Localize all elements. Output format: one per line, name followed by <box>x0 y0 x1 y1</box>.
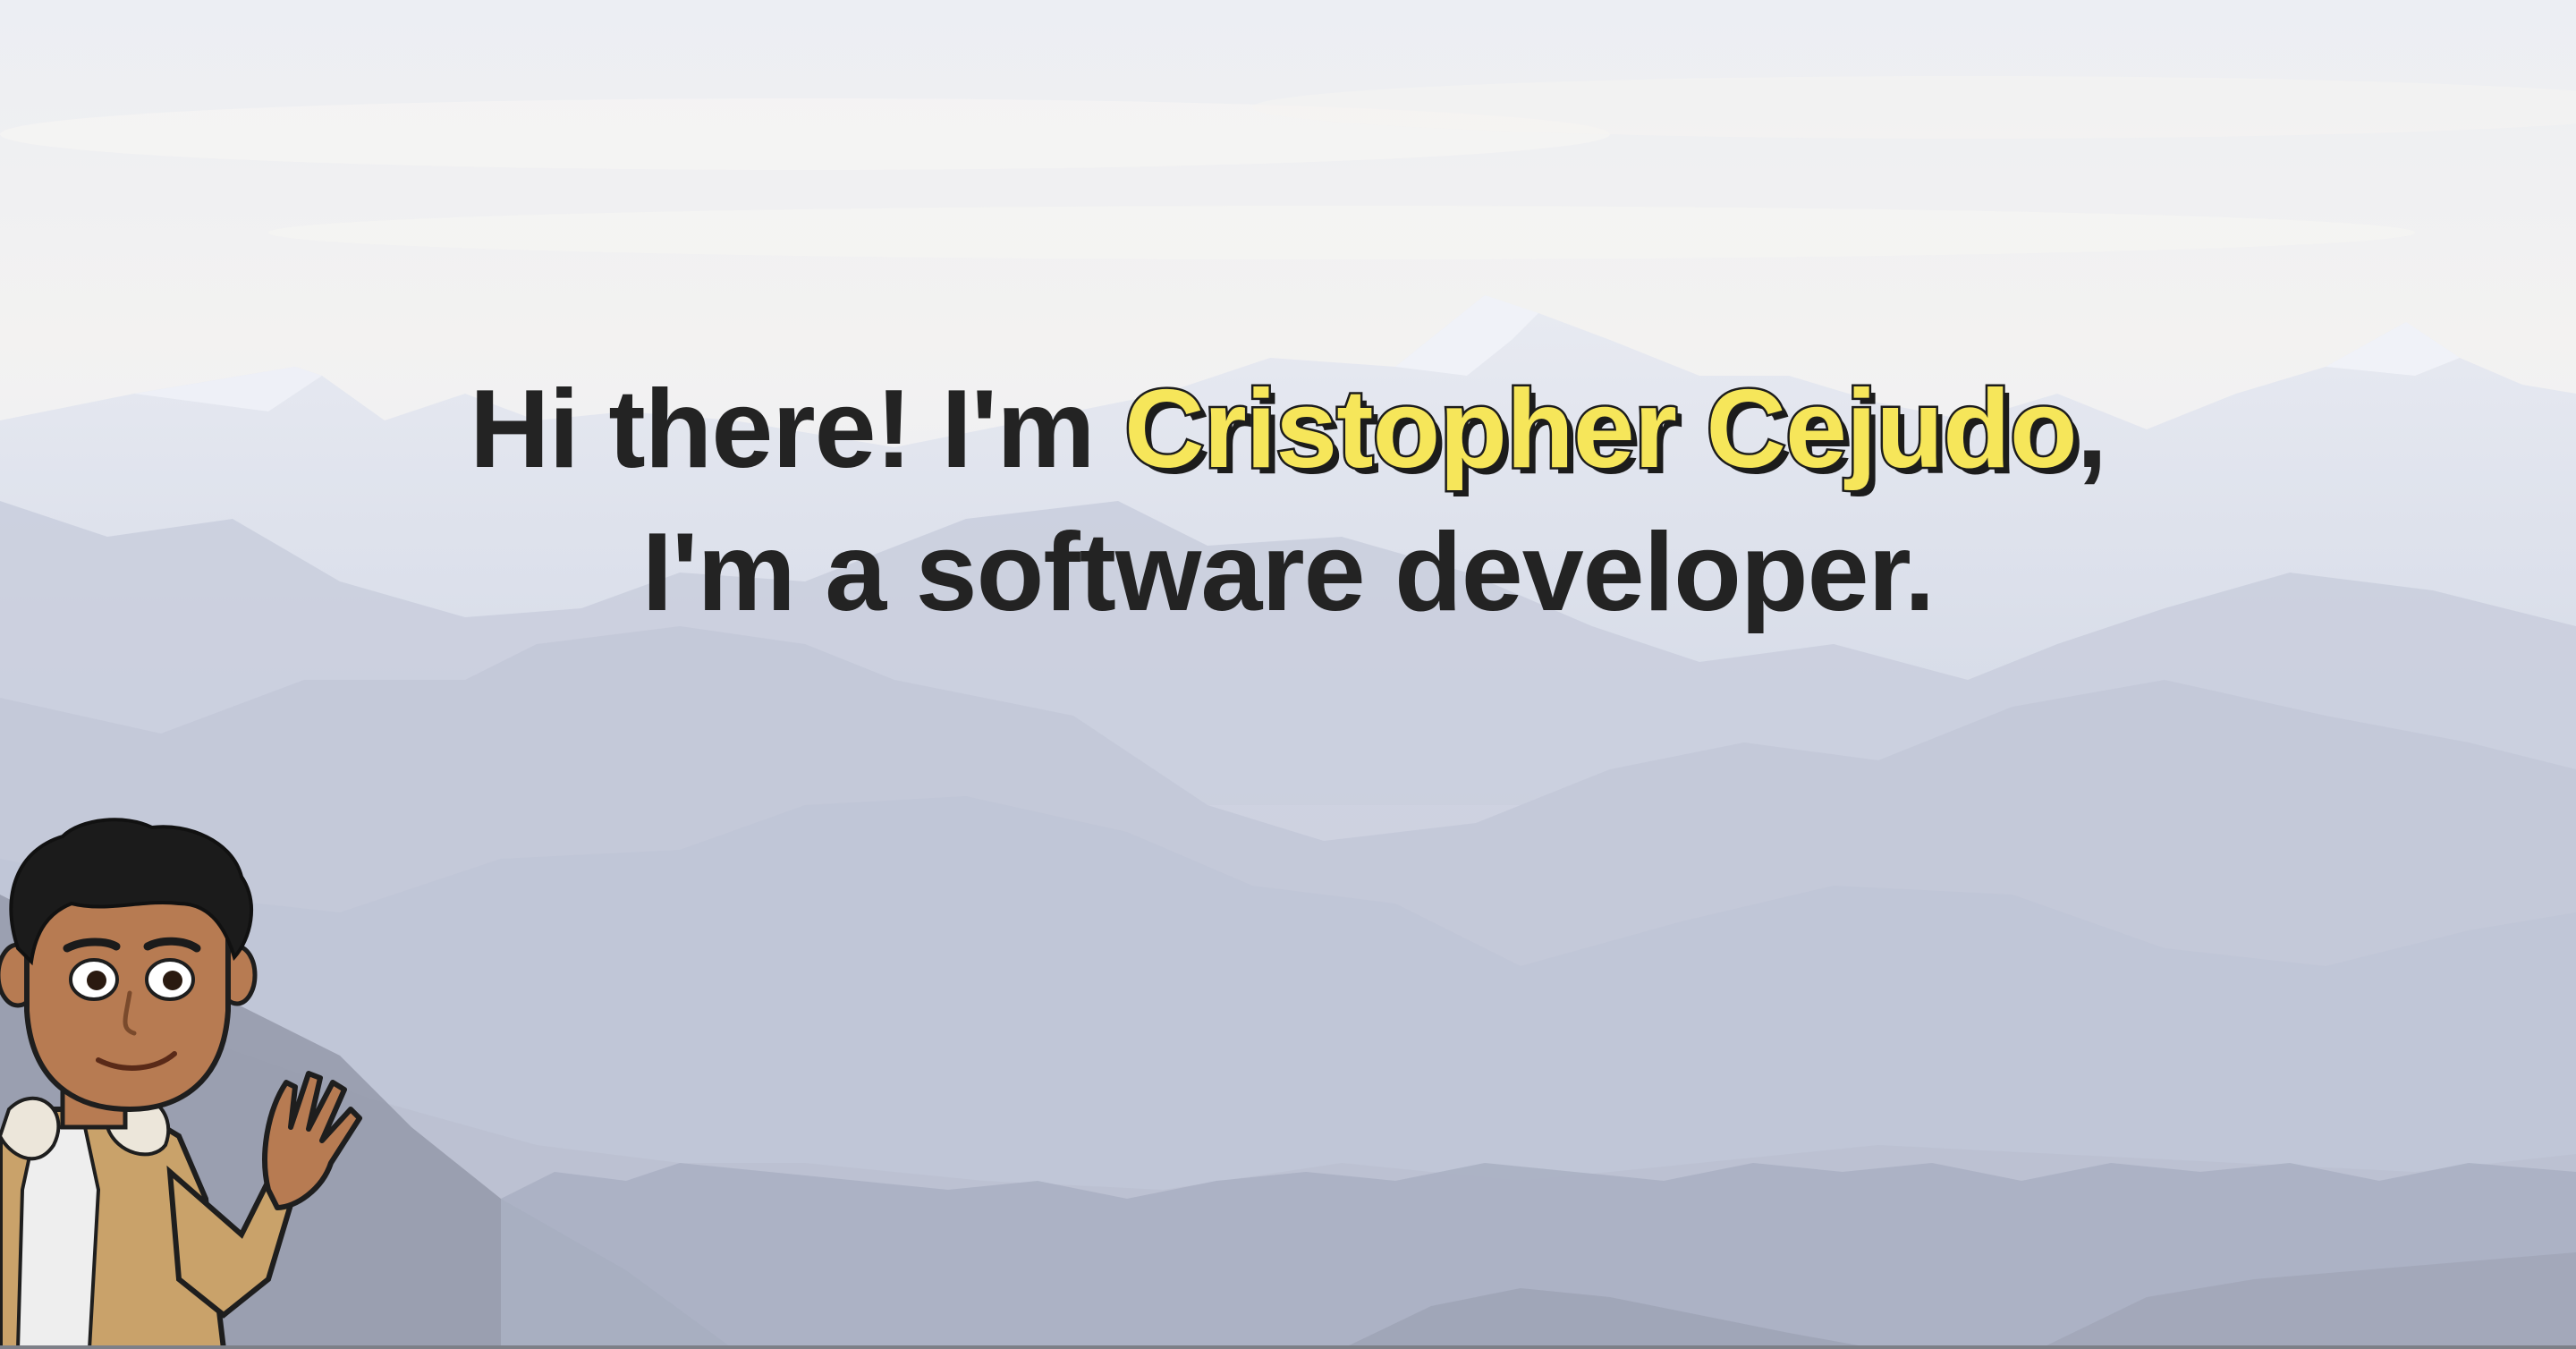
hero-heading: Hi there! I'm Cristopher Cejudo, I'm a s… <box>0 358 2576 644</box>
mountain-background <box>0 0 2576 1349</box>
greeting-text: Hi there! I'm <box>469 368 1124 491</box>
highlighted-name: Cristopher Cejudo <box>1123 366 2080 494</box>
greeting-comma: , <box>2076 368 2107 491</box>
waving-avatar-icon <box>0 818 362 1349</box>
bottom-divider <box>0 1345 2576 1349</box>
hero-line-2: I'm a software developer. <box>641 511 1936 634</box>
hero-line-1: Hi there! I'm Cristopher Cejudo, <box>0 358 2576 501</box>
portfolio-landing-page: Hi there! I'm Cristopher Cejudo, I'm a s… <box>0 0 2576 1349</box>
